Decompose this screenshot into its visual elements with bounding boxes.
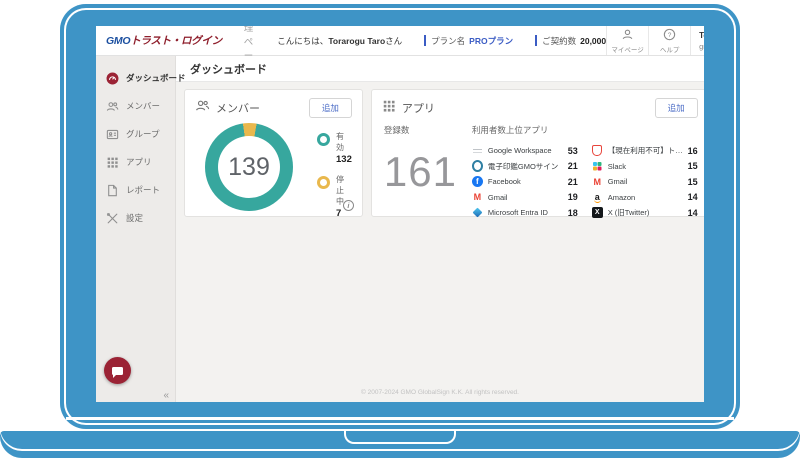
- apps-card: アプリ 追加 登録数 161 利用者数上位アプリ: [371, 89, 704, 217]
- laptop-hinge: [66, 417, 734, 420]
- app-row-amazon[interactable]: Amazon 14: [592, 190, 698, 206]
- facebook-icon: [472, 176, 483, 187]
- app-row-x-twitter[interactable]: X (旧Twitter) 14: [592, 205, 698, 221]
- brand-logo[interactable]: GMOトラスト・ログイン: [106, 33, 222, 48]
- account-menu[interactable]: Torarogu T... さん gmoglobalsignkk: [690, 26, 704, 55]
- gmail-icon: [592, 176, 603, 187]
- app-row-facebook[interactable]: Facebook 21: [472, 174, 578, 190]
- active-label: 有効: [336, 131, 352, 153]
- plan-value: PROプラン: [469, 35, 513, 47]
- blue-divider: [535, 35, 537, 46]
- logo-product: トラスト・ログイン: [130, 35, 222, 47]
- members-donut-chart: 139: [205, 123, 293, 211]
- x-twitter-icon: [592, 207, 603, 218]
- app-row-gmail-2[interactable]: Gmail 15: [592, 174, 698, 190]
- sidebar-item-reports[interactable]: レポート: [96, 176, 175, 204]
- members-add-button[interactable]: 追加: [309, 98, 352, 118]
- slack-icon: [592, 161, 603, 172]
- app-row-google-workspace[interactable]: Google Workspace 53: [472, 143, 578, 159]
- mypage-label: マイページ: [611, 44, 643, 54]
- dashboard-icon: [106, 72, 119, 85]
- svg-text:?: ?: [668, 31, 672, 38]
- sidebar-item-dashboard[interactable]: ダッシュボード: [96, 64, 175, 92]
- members-card: メンバー 追加 139 有効: [184, 89, 363, 217]
- sidebar-item-label: メンバー: [126, 100, 160, 112]
- sidebar-item-groups[interactable]: グループ: [96, 120, 175, 148]
- top-bar-right: マイページ ? ヘルプ Torarogu T... さん: [606, 26, 704, 55]
- greeting-text: こんにちは、Torarogu Taroさん: [277, 35, 402, 47]
- chat-support-button[interactable]: [104, 357, 131, 384]
- apps-grid-icon: [382, 99, 396, 118]
- members-icon: [106, 100, 119, 113]
- top-apps-col2: 【現在利用不可】トラ... 16 Slack 15: [592, 143, 698, 221]
- sidebar-item-label: 設定: [126, 212, 143, 224]
- laptop-base: [0, 431, 800, 458]
- microsoft-entra-icon: [472, 207, 483, 218]
- sidebar-item-members[interactable]: メンバー: [96, 92, 175, 120]
- active-dot-icon: [317, 133, 330, 146]
- app-row-entra-id[interactable]: Microsoft Entra ID 18: [472, 205, 578, 221]
- sidebar: ダッシュボード メンバー: [96, 56, 176, 402]
- help-button[interactable]: ? ヘルプ: [648, 26, 690, 55]
- sidebar-collapse-button[interactable]: «: [163, 390, 169, 401]
- gmo-sign-icon: [472, 161, 483, 172]
- sidebar-item-label: ダッシュボード: [126, 72, 186, 84]
- laptop-notch: [344, 431, 456, 444]
- google-workspace-icon: [472, 145, 483, 156]
- info-icon[interactable]: i: [343, 200, 354, 211]
- app-window: GMOトラスト・ログイン 管理ページ こんにちは、Torarogu Taroさん…: [96, 26, 704, 402]
- amazon-icon: [592, 192, 603, 203]
- account-org: gmoglobalsignkk: [699, 42, 704, 51]
- window-body: ダッシュボード メンバー: [96, 56, 704, 402]
- app-row-gmail[interactable]: Gmail 19: [472, 190, 578, 206]
- registered-label: 登録数: [384, 124, 472, 136]
- active-value: 132: [336, 154, 352, 165]
- legend-active: 有効 132: [317, 131, 352, 165]
- members-people-icon: [195, 98, 210, 118]
- contracts-label: ご契約数: [542, 35, 576, 47]
- report-icon: [106, 184, 119, 197]
- blue-divider: [424, 35, 426, 46]
- sidebar-item-label: アプリ: [126, 156, 152, 168]
- top-apps-col1: Google Workspace 53 電子印鑑GMOサイン 21: [472, 143, 578, 221]
- page-background: GMOトラスト・ログイン 管理ページ こんにちは、Torarogu Taroさん…: [0, 0, 800, 461]
- sidebar-item-label: グループ: [126, 128, 160, 140]
- suspended-dot-icon: [317, 176, 330, 189]
- members-card-title: メンバー: [216, 100, 260, 116]
- page-title: ダッシュボード: [176, 56, 704, 82]
- groups-icon: [106, 128, 119, 141]
- sidebar-item-label: レポート: [126, 184, 160, 196]
- sidebar-item-apps[interactable]: アプリ: [96, 148, 175, 176]
- contracts-value: 20,000: [580, 36, 606, 46]
- user-name: Torarogu Taro: [328, 36, 385, 46]
- shield-warning-icon: [592, 145, 603, 156]
- main-content: ダッシュボード メンバー 追加: [176, 56, 704, 402]
- app-row-slack[interactable]: Slack 15: [592, 159, 698, 175]
- top-apps-label: 利用者数上位アプリ: [472, 124, 698, 136]
- gmail-icon: [472, 192, 483, 203]
- mypage-button[interactable]: マイページ: [606, 26, 648, 55]
- registered-count: 161: [384, 148, 472, 196]
- chat-bubble-icon: [112, 367, 123, 375]
- app-row-unavailable[interactable]: 【現在利用不可】トラ... 16: [592, 143, 698, 159]
- app-row-gmo-sign[interactable]: 電子印鑑GMOサイン 21: [472, 159, 578, 175]
- account-name: Torarogu T... さん: [699, 30, 704, 41]
- sidebar-item-settings[interactable]: 設定: [96, 204, 175, 232]
- logo-gmo: GMO: [106, 35, 130, 47]
- dashboard-cards: メンバー 追加 139 有効: [176, 82, 704, 217]
- apps-grid-icon: [106, 156, 119, 169]
- person-icon: [621, 28, 634, 43]
- legend-suspended: 停止中 7: [317, 174, 352, 219]
- plan-label: プラン名: [431, 35, 465, 47]
- apps-add-button[interactable]: 追加: [655, 98, 698, 118]
- copyright-text: © 2007-2024 GMO GlobalSign K.K. All righ…: [176, 389, 704, 402]
- plan-info: プラン名 PROプラン: [424, 35, 513, 47]
- help-label: ヘルプ: [660, 44, 680, 54]
- apps-card-title: アプリ: [402, 100, 435, 116]
- members-total: 139: [205, 123, 293, 211]
- top-bar: GMOトラスト・ログイン 管理ページ こんにちは、Torarogu Taroさん…: [96, 26, 704, 56]
- help-icon: ?: [663, 28, 676, 43]
- contracts-info: ご契約数 20,000: [535, 35, 606, 47]
- settings-tools-icon: [106, 212, 119, 225]
